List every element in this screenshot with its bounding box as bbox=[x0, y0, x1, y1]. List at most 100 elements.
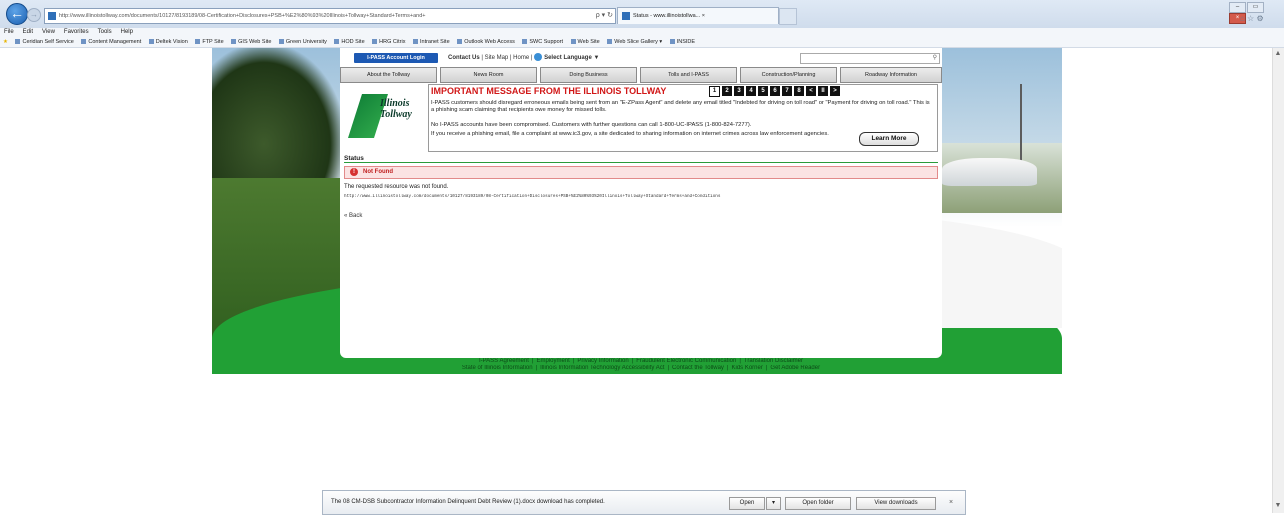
requested-url: http://www.illinoistollway.com/documents… bbox=[344, 194, 721, 199]
nav-news-room[interactable]: News Room bbox=[440, 67, 537, 83]
nav-doing-business[interactable]: Doing Business bbox=[540, 67, 637, 83]
message-paragraph-2: No I-PASS accounts have been compromised… bbox=[431, 122, 752, 128]
status-divider bbox=[344, 162, 938, 163]
ipass-login-button[interactable]: I-PASS Account Login bbox=[354, 53, 438, 63]
nav-roadway-information[interactable]: Roadway Information bbox=[840, 67, 942, 83]
pager-page-6[interactable]: 6 bbox=[770, 86, 780, 96]
favorite-link[interactable]: HRG Citrix bbox=[372, 39, 405, 45]
address-bar[interactable]: http://www.illinoistollway.com/documents… bbox=[44, 8, 616, 24]
favorite-link[interactable]: Green University bbox=[279, 39, 327, 45]
address-url[interactable]: http://www.illinoistollway.com/documents… bbox=[59, 9, 559, 23]
scroll-down-icon[interactable]: ▼ bbox=[1272, 500, 1284, 512]
footer-link[interactable]: Illinois Information Technology Accessib… bbox=[540, 365, 664, 371]
favorite-link[interactable]: Intranet Site bbox=[413, 39, 450, 45]
open-folder-button[interactable]: Open folder bbox=[785, 497, 851, 510]
illinois-tollway-logo[interactable]: Illinois Tollway bbox=[340, 84, 432, 148]
favorite-link[interactable]: Ceridian Self Service bbox=[15, 39, 73, 45]
favorite-link[interactable]: HOD Site bbox=[334, 39, 364, 45]
status-heading: Status bbox=[344, 155, 364, 162]
favorite-link[interactable]: FTP Site bbox=[195, 39, 223, 45]
footer-link[interactable]: Fraudulent Electronic Communication bbox=[636, 358, 736, 364]
important-message-box: IMPORTANT MESSAGE FROM THE ILLINOIS TOLL… bbox=[428, 84, 938, 152]
scroll-up-icon[interactable]: ▲ bbox=[1272, 48, 1284, 60]
main-navigation: About the Tollway News Room Doing Busine… bbox=[340, 67, 942, 83]
pager-pause-icon[interactable]: II bbox=[818, 86, 828, 96]
menu-bar: File Edit View Favorites Tools Help bbox=[0, 28, 1284, 37]
back-link[interactable]: « Back bbox=[344, 213, 362, 219]
address-controls[interactable]: ρ ▾ ↻ bbox=[596, 9, 613, 23]
footer-links-row-2: State of Illinois Information | Illinois I… bbox=[461, 365, 821, 371]
tab-favicon-icon bbox=[622, 12, 630, 20]
favorite-link[interactable]: GIS Web Site bbox=[231, 39, 271, 45]
message-pager: 1 2 3 4 5 6 7 8 < II > bbox=[709, 86, 842, 97]
window-controls: – ▭× bbox=[1228, 2, 1280, 24]
logo-line-2: Tollway bbox=[380, 109, 412, 120]
favorite-link[interactable]: Outlook Web Access bbox=[457, 39, 515, 45]
open-button[interactable]: Open bbox=[729, 497, 765, 510]
favorite-link[interactable]: Content Management bbox=[81, 39, 141, 45]
learn-more-button[interactable]: Learn More bbox=[859, 132, 919, 146]
pager-page-5[interactable]: 5 bbox=[758, 86, 768, 96]
menu-file[interactable]: File bbox=[4, 29, 14, 35]
utility-links: Contact Us | Site Map | Home | Select La… bbox=[448, 53, 600, 62]
footer-link[interactable]: Contact the Tollway bbox=[672, 365, 724, 371]
globe-icon bbox=[534, 53, 543, 62]
vertical-scrollbar[interactable] bbox=[1272, 48, 1284, 513]
download-message: The 08 CM-DSB Subcontractor Information … bbox=[331, 499, 605, 505]
favorite-link[interactable]: INSIDE bbox=[670, 39, 695, 45]
pager-page-8[interactable]: 8 bbox=[794, 86, 804, 96]
maximize-button[interactable]: ▭ bbox=[1247, 2, 1264, 13]
background-car bbox=[942, 158, 1037, 186]
open-options-chevron-icon[interactable]: ▾ bbox=[766, 497, 781, 510]
background-utility-pole bbox=[1020, 84, 1022, 164]
menu-favorites[interactable]: Favorites bbox=[64, 29, 89, 35]
nav-about-the-tollway[interactable]: About the Tollway bbox=[340, 67, 437, 83]
nav-construction-planning[interactable]: Construction/Planning bbox=[740, 67, 837, 83]
pager-next-icon[interactable]: > bbox=[830, 86, 840, 96]
message-paragraph-3: If you receive a phishing email, file a … bbox=[431, 131, 829, 137]
favorite-link[interactable]: Web Slice Gallery ▾ bbox=[607, 39, 662, 45]
tab-status[interactable]: Status - www.illinoistollwa... × bbox=[617, 7, 779, 24]
chevron-down-icon[interactable]: ▼ bbox=[593, 55, 599, 61]
search-icon[interactable]: ⚲ bbox=[933, 54, 937, 63]
pager-page-3[interactable]: 3 bbox=[734, 86, 744, 96]
toolbar-icons[interactable]: ⌂ ☆ ⚙ bbox=[1240, 14, 1280, 24]
footer-link[interactable]: State of Illinois Information bbox=[462, 365, 533, 371]
favorite-link[interactable]: Web Site bbox=[571, 39, 600, 45]
menu-tools[interactable]: Tools bbox=[98, 29, 112, 35]
favorites-bar: ★ Ceridian Self Service Content Manageme… bbox=[0, 37, 1284, 48]
pager-page-1[interactable]: 1 bbox=[709, 86, 720, 97]
contact-us-link[interactable]: Contact Us bbox=[448, 55, 480, 61]
new-tab-button[interactable] bbox=[779, 8, 797, 25]
forward-button[interactable]: → bbox=[27, 8, 41, 22]
favorites-star-icon[interactable]: ★ bbox=[3, 39, 8, 45]
minimize-button[interactable]: – bbox=[1229, 2, 1246, 13]
close-icon[interactable]: × bbox=[949, 491, 953, 514]
site-search-input[interactable]: ⚲ bbox=[800, 53, 940, 64]
footer-link[interactable]: Employment bbox=[536, 358, 569, 364]
site-map-link[interactable]: Site Map bbox=[485, 55, 509, 61]
menu-help[interactable]: Help bbox=[121, 29, 133, 35]
pager-page-7[interactable]: 7 bbox=[782, 86, 792, 96]
menu-view[interactable]: View bbox=[42, 29, 55, 35]
view-downloads-button[interactable]: View downloads bbox=[856, 497, 936, 510]
pager-prev-icon[interactable]: < bbox=[806, 86, 816, 96]
footer-link[interactable]: Kids Korner bbox=[731, 365, 762, 371]
select-language-dropdown[interactable]: Select Language bbox=[544, 55, 592, 61]
download-notification-bar: The 08 CM-DSB Subcontractor Information … bbox=[322, 490, 966, 515]
pager-page-2[interactable]: 2 bbox=[722, 86, 732, 96]
home-link[interactable]: Home bbox=[513, 55, 529, 61]
forward-arrow-icon: → bbox=[30, 10, 38, 19]
back-button[interactable]: ← bbox=[6, 3, 28, 25]
pager-page-4[interactable]: 4 bbox=[746, 86, 756, 96]
favorite-link[interactable]: SWC Support bbox=[522, 39, 563, 45]
nav-tolls-and-ipass[interactable]: Tolls and I-PASS bbox=[640, 67, 737, 83]
favorite-link[interactable]: Deltek Vision bbox=[149, 39, 188, 45]
footer-link[interactable]: Get Adobe Reader bbox=[770, 365, 820, 371]
menu-edit[interactable]: Edit bbox=[23, 29, 33, 35]
footer-link[interactable]: Privacy Information bbox=[577, 358, 628, 364]
back-arrow-icon: ← bbox=[10, 5, 24, 21]
message-title: IMPORTANT MESSAGE FROM THE ILLINOIS TOLL… bbox=[431, 86, 667, 96]
footer-link[interactable]: I-PASS Agreement bbox=[479, 358, 529, 364]
footer-link[interactable]: Translation Disclaimer bbox=[744, 358, 803, 364]
